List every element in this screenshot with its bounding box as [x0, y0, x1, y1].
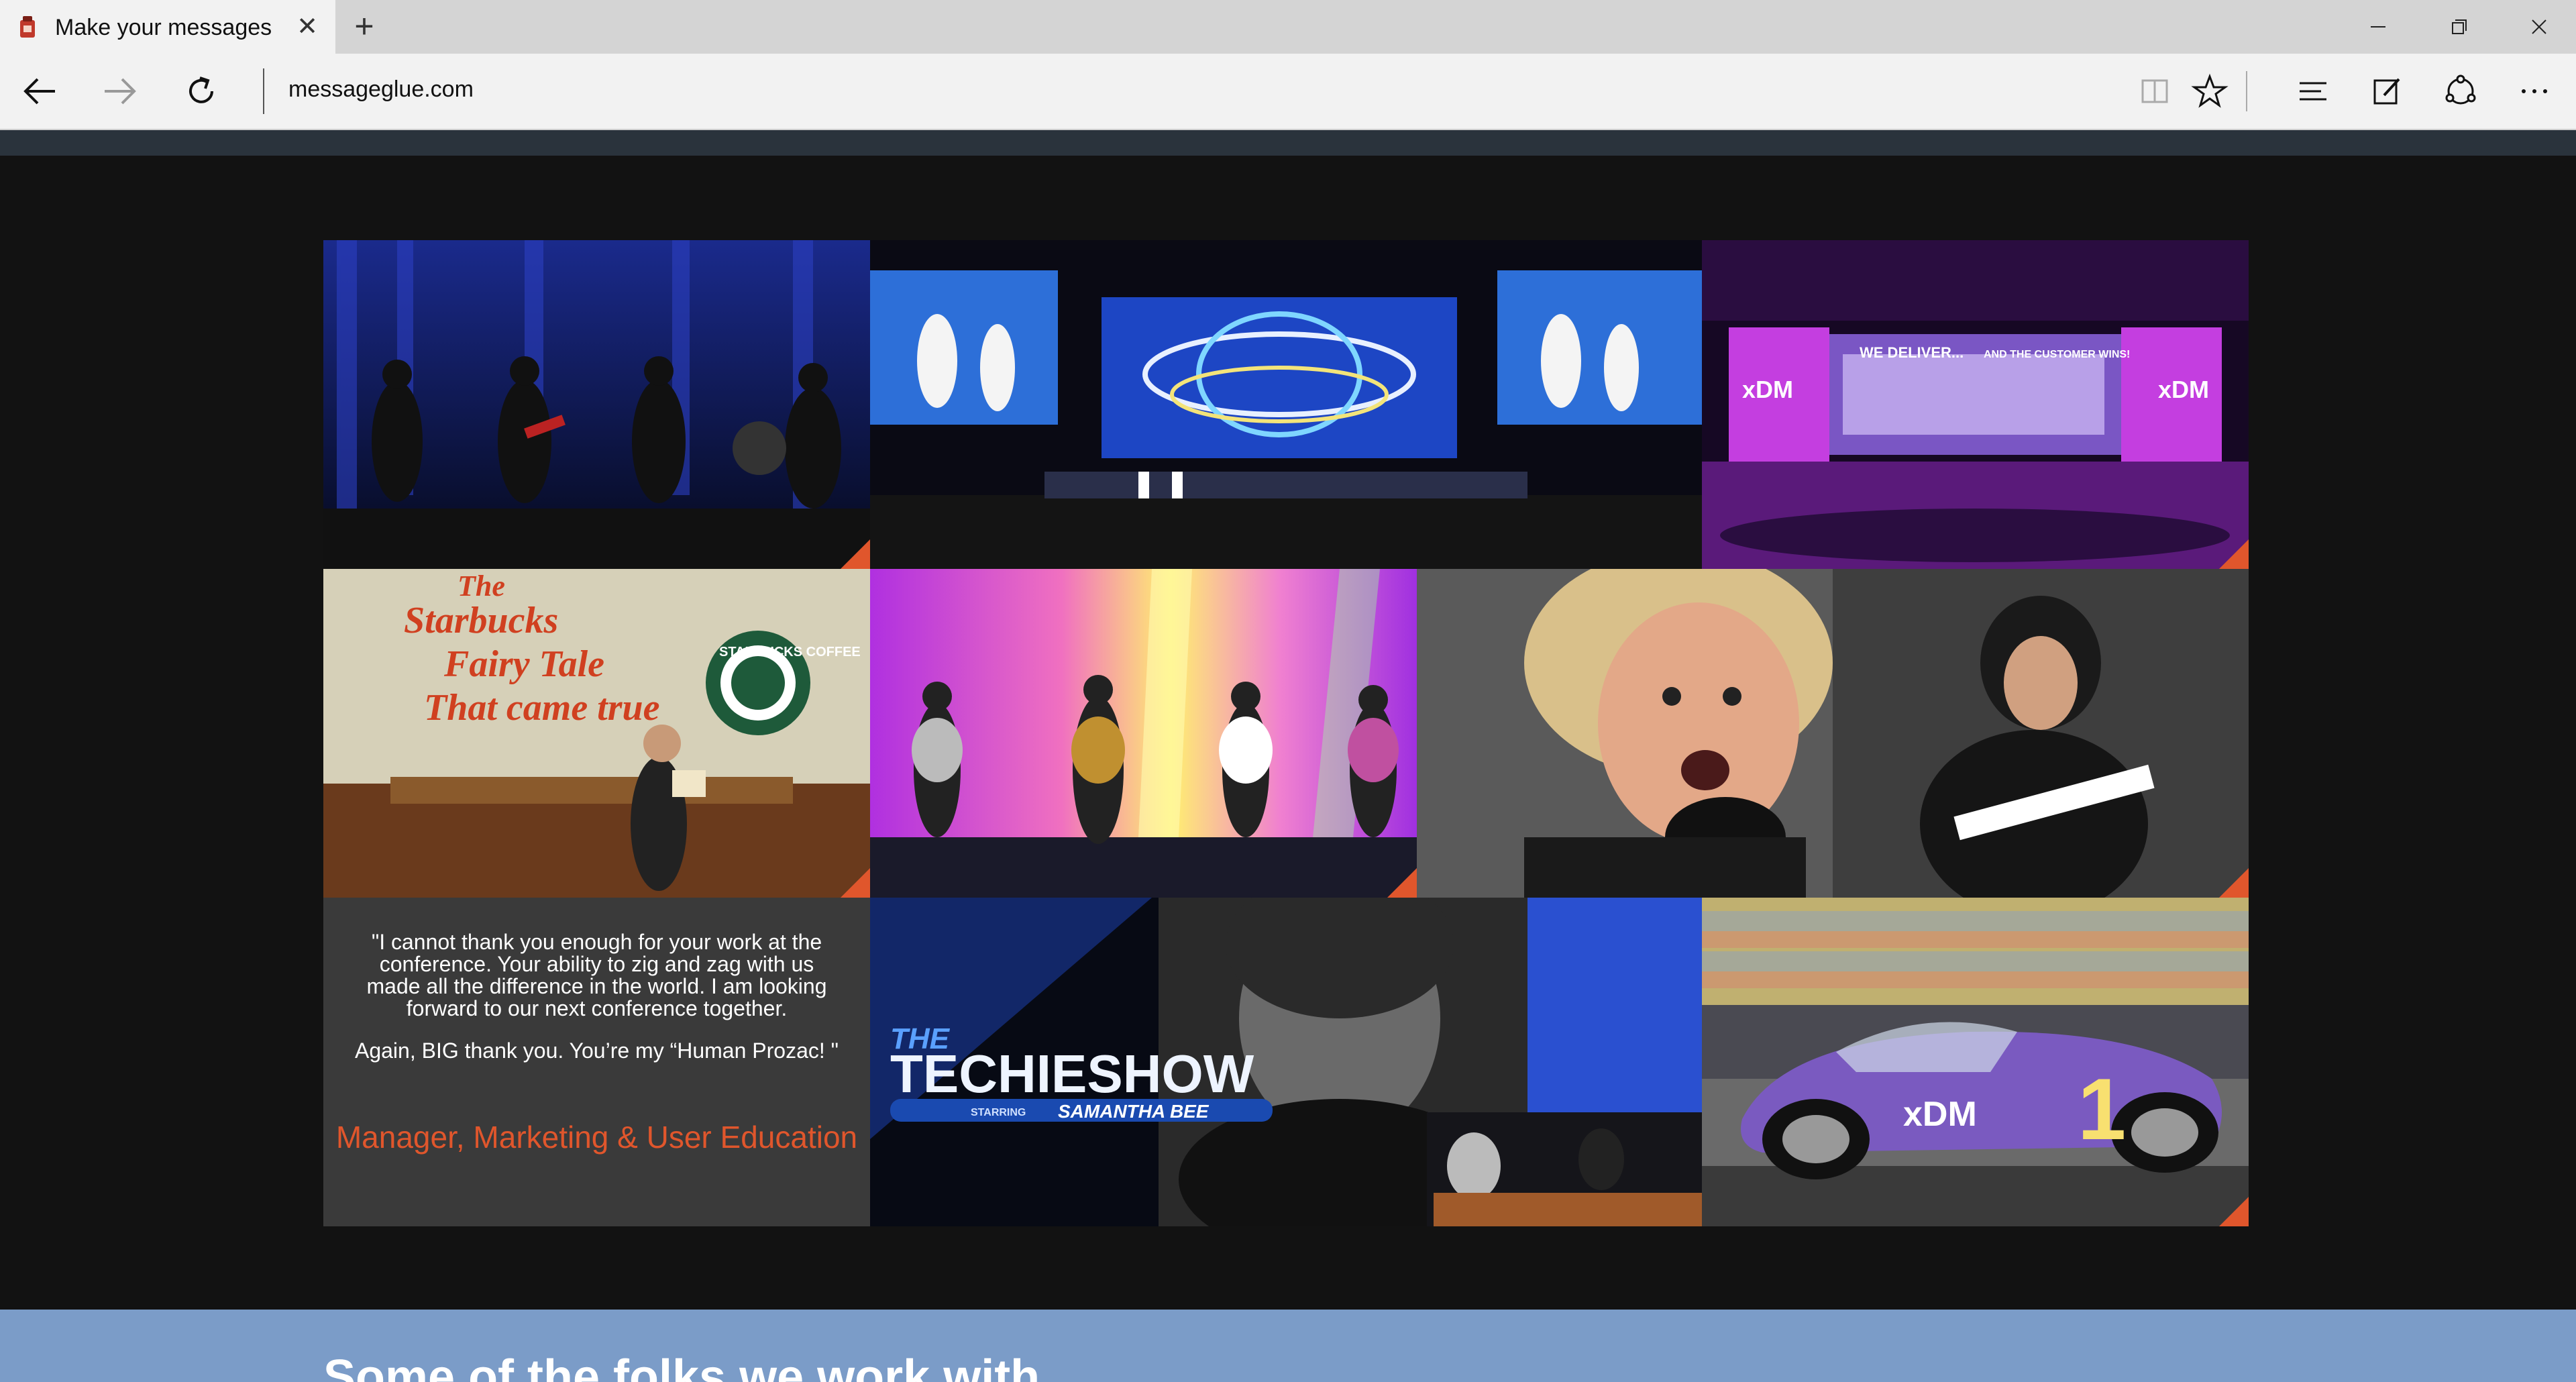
more-icon[interactable] — [2513, 70, 2556, 113]
dancers-photo[interactable] — [870, 569, 1417, 898]
corner-accent — [1387, 868, 1417, 898]
gallery-grid: WE DELIVER... AND THE CUSTOMER WINS! xDM… — [323, 240, 2249, 1226]
favorites-star-icon[interactable] — [2188, 70, 2231, 113]
new-tab-button[interactable]: + — [347, 9, 381, 43]
car-logo-text: xDM — [1903, 1095, 1977, 1134]
techie-show-host: SAMANTHA BEE — [1058, 1101, 1210, 1122]
site-favicon-icon — [20, 16, 35, 38]
clients-section-title: Some of the folks we work with — [323, 1350, 1040, 1382]
corner-accent — [2219, 1197, 2249, 1226]
forward-arrow-icon[interactable] — [98, 70, 141, 113]
techie-show-photo[interactable]: THE TECHIESHOW STARRING SAMANTHA BEE — [870, 898, 1702, 1226]
reading-view-icon[interactable] — [2133, 70, 2176, 113]
fairy-tale-line-3: Fairy Tale — [443, 643, 604, 685]
back-arrow-icon[interactable] — [19, 70, 62, 113]
xdm-logo-left: xDM — [1742, 376, 1793, 403]
testimonial-paragraph-2: Again, BIG thank you. You’re my “Human P… — [354, 1039, 839, 1063]
address-bar: messageglue.com — [0, 54, 2576, 130]
url-field[interactable]: messageglue.com — [288, 76, 474, 103]
corner-accent — [841, 539, 870, 569]
fairy-tale-line-2: Starbucks — [404, 600, 558, 641]
tab-bar: Make your messages sti ✕ + — [0, 0, 2576, 54]
address-separator — [263, 68, 264, 114]
minimize-icon[interactable] — [2341, 0, 2415, 54]
refresh-icon[interactable] — [180, 70, 223, 113]
corner-accent — [841, 868, 870, 898]
clients-section: Some of the folks we work with — [0, 1310, 2576, 1382]
starbucks-logo-text: STARBUCKS COFFEE — [719, 645, 861, 659]
xdm-slogan-1: WE DELIVER... — [1860, 344, 1964, 361]
fairy-tale-line-1: The — [458, 570, 505, 602]
singer-guitarist-photo[interactable] — [1417, 569, 2249, 898]
testimonial-panel: "I cannot thank you enough for your work… — [323, 898, 870, 1226]
corner-accent — [2219, 868, 2249, 898]
fairy-tale-line-4: That came true — [424, 687, 660, 729]
xdm-stage-photo[interactable]: WE DELIVER... AND THE CUSTOMER WINS! xDM… — [1702, 240, 2249, 569]
corner-accent — [2219, 539, 2249, 569]
testimonial-paragraph-1: "I cannot thank you enough for your work… — [366, 930, 827, 1020]
testimonial-author: Manager, Marketing & User Education — [335, 1120, 858, 1155]
xdm-slogan-2: AND THE CUSTOMER WINS! — [1984, 349, 2130, 360]
band-performance-photo[interactable] — [323, 240, 870, 569]
xdm-logo-right: xDM — [2158, 376, 2209, 403]
starbucks-fairy-tale-photo[interactable]: STARBUCKS COFFEE The Starbucks Fairy Tal… — [323, 569, 870, 898]
car-number: 1 — [2078, 1060, 2126, 1158]
site-header-strip — [0, 130, 2576, 156]
hub-icon[interactable] — [2292, 70, 2334, 113]
testimonial-quote: "I cannot thank you enough for your work… — [350, 931, 843, 1082]
restore-icon[interactable] — [2422, 0, 2496, 54]
race-car-photo[interactable]: xDM 1 — [1702, 898, 2249, 1226]
techie-show-starring: STARRING — [971, 1107, 1026, 1118]
share-icon[interactable] — [2439, 70, 2482, 113]
web-note-icon[interactable] — [2365, 70, 2408, 113]
conference-stage-photo[interactable] — [870, 240, 1702, 569]
window-close-icon[interactable] — [2502, 0, 2576, 54]
techie-show-title: TECHIESHOW — [890, 1044, 1254, 1104]
tab-close-icon[interactable]: ✕ — [292, 12, 322, 42]
toolbar-separator — [2246, 71, 2247, 111]
browser-tab[interactable]: Make your messages sti ✕ — [0, 0, 335, 54]
tab-title: Make your messages sti — [55, 15, 276, 40]
